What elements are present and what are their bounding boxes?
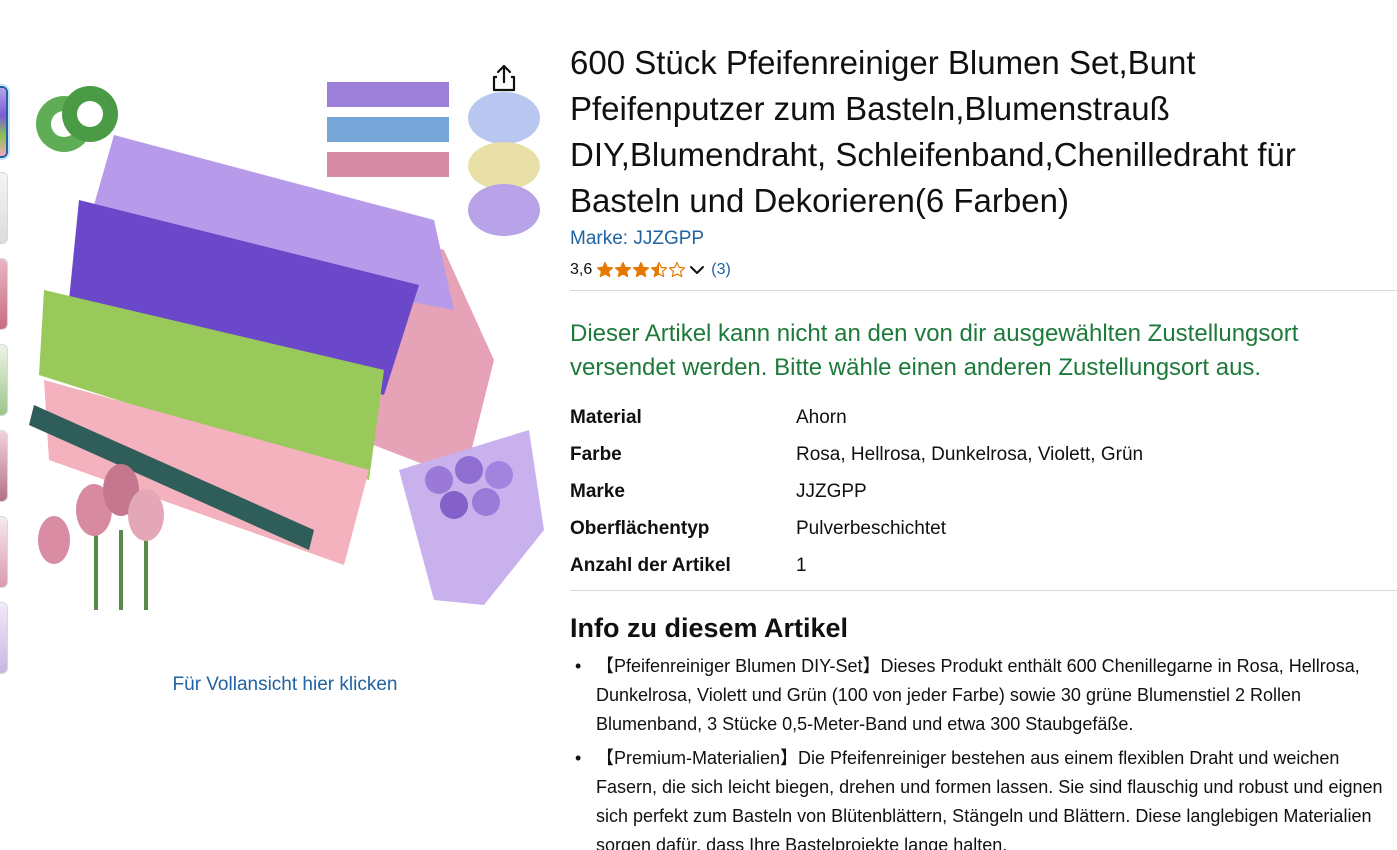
ribbon-image [327,82,449,177]
thumbnail-6[interactable] [0,516,8,588]
spec-key: Farbe [570,443,622,465]
thumbnail-2[interactable] [0,172,8,244]
thumbnail-4[interactable] [0,344,8,416]
availability-message: Dieser Artikel kann nicht an den von dir… [570,320,1299,381]
product-title: 600 Stück Pfeifenreiniger Blumen Set,Bun… [570,44,1296,219]
star-icon [633,261,650,278]
stamen-image [468,92,540,236]
spec-row: Farbe Rosa, Hellrosa, Dunkelrosa, Violett… [570,436,1370,473]
star-rating[interactable] [596,261,686,279]
thumbnail-3[interactable] [0,258,8,330]
spec-key: Material [570,406,642,428]
spec-value: JJZGPP [796,480,867,502]
spec-row: Marke JJZGPP [570,473,1370,510]
rating-row: 3,6 (3) [570,258,1397,282]
share-icon[interactable] [488,62,520,94]
divider [570,590,1397,591]
star-icon [597,261,614,278]
product-image[interactable] [24,60,544,620]
spec-value: Ahorn [796,406,847,428]
chevron-down-icon[interactable] [688,261,706,279]
about-bullets: 【Pfeifenreiniger Blumen DIY-Set】Dieses P… [570,652,1397,850]
product-specs-table: Material Ahorn Farbe Rosa, Hellrosa, Dunkel… [570,399,1370,584]
brand-link[interactable]: Marke: JJZGPP [570,228,1397,250]
about-heading: Info zu diesem Artikel [570,613,849,643]
spec-row: Oberflächentyp Pulverbeschichtet [570,510,1370,547]
divider [570,290,1397,291]
tape-roll-image [36,86,118,152]
spec-value: Pulverbeschichtet [796,517,946,539]
spec-value: 1 [796,554,807,576]
thumbnail-strip [0,86,10,688]
thumbnail-7[interactable] [0,602,8,674]
star-icon [651,261,668,278]
spec-row: Anzahl der Artikel 1 [570,547,1370,584]
full-view-link[interactable]: Für Vollansicht hier klicken [0,674,570,696]
thumbnail-1[interactable] [0,86,8,158]
about-bullet: 【Pfeifenreiniger Blumen DIY-Set】Dieses P… [570,652,1397,739]
product-details: 600 Stück Pfeifenreiniger Blumen Set,Bun… [570,40,1397,850]
thumbnail-5[interactable] [0,430,8,502]
spec-key: Anzahl der Artikel [570,554,731,576]
spec-key: Oberflächentyp [570,517,710,539]
rating-value: 3,6 [570,261,593,278]
spec-row: Material Ahorn [570,399,1370,436]
star-icon [669,261,686,278]
review-count-link[interactable]: (3) [711,261,731,279]
star-icon [615,261,632,278]
spec-value: Rosa, Hellrosa, Dunkelrosa, Violett, Grü… [796,443,1144,465]
about-bullet: 【Premium-Materialien】Die Pfeifenreiniger… [570,744,1397,850]
spec-key: Marke [570,480,625,502]
